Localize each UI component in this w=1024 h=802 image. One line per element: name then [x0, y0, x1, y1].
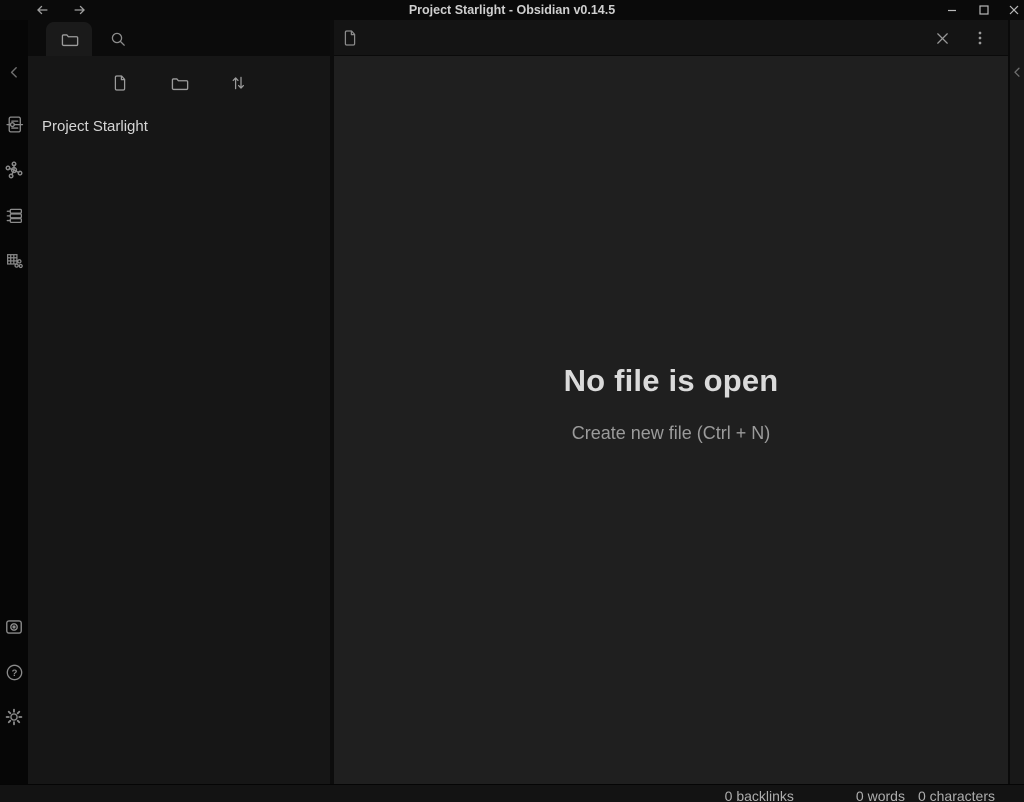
maximize-icon — [978, 4, 990, 16]
vault-icon — [4, 617, 24, 637]
tab-search[interactable] — [98, 22, 138, 56]
open-vault-button[interactable] — [0, 615, 28, 639]
graph-icon — [4, 160, 24, 180]
arrow-left-icon — [34, 2, 50, 18]
history-forward-button[interactable] — [71, 1, 89, 19]
new-folder-button[interactable] — [162, 68, 196, 98]
stacked-cards-button[interactable] — [0, 203, 28, 227]
pane-header-actions — [931, 20, 991, 56]
svg-text:?: ? — [11, 667, 17, 678]
window-title: Project Starlight - Obsidian v0.14.5 — [0, 0, 1024, 20]
sort-order-button[interactable] — [221, 68, 255, 98]
workspace: ? — [0, 20, 1024, 784]
status-word-count: 0 words — [856, 788, 905, 802]
arrow-right-icon — [72, 2, 88, 18]
gear-icon — [4, 707, 24, 727]
new-note-icon — [111, 74, 129, 92]
graph-view-button[interactable] — [0, 158, 28, 182]
titlebar: Project Starlight - Obsidian v0.14.5 — [0, 0, 1024, 20]
empty-state-pane: No file is open Create new file (Ctrl + … — [334, 56, 1008, 784]
window-close-button[interactable] — [1006, 2, 1022, 18]
expand-right-sidebar-button[interactable] — [1010, 59, 1024, 83]
folder-icon — [60, 30, 79, 49]
tab-file-explorer[interactable] — [46, 22, 92, 56]
close-icon — [935, 31, 950, 46]
empty-state-title: No file is open — [564, 363, 779, 399]
empty-state: No file is open Create new file (Ctrl + … — [564, 363, 779, 444]
create-new-file-link[interactable]: Create new file (Ctrl + N) — [572, 423, 771, 444]
vault-title[interactable]: Project Starlight — [42, 118, 148, 135]
history-back-button[interactable] — [33, 1, 51, 19]
quick-switcher-button[interactable] — [0, 112, 28, 136]
file-explorer-pane: Project Starlight — [28, 56, 330, 784]
sidebar-tab-bar — [28, 20, 330, 56]
quick-switcher-icon — [5, 115, 24, 134]
close-icon — [1008, 4, 1020, 16]
maximize-button[interactable] — [976, 2, 992, 18]
close-pane-button[interactable] — [931, 27, 953, 49]
settings-button[interactable] — [0, 705, 28, 729]
help-icon: ? — [5, 663, 24, 682]
obsidian-window: Project Starlight - Obsidian v0.14.5 — [0, 0, 1024, 802]
main-pane: No file is open Create new file (Ctrl + … — [334, 20, 1008, 784]
file-explorer-nav-header — [28, 66, 330, 100]
status-character-count: 0 characters — [918, 788, 995, 802]
new-folder-icon — [170, 74, 189, 93]
status-bar: 0 backlinks 0 words 0 characters — [0, 784, 1024, 802]
dice-grid-icon — [5, 251, 24, 270]
status-backlinks: 0 backlinks — [725, 788, 794, 802]
new-note-button[interactable] — [103, 68, 137, 98]
vertical-dots-icon — [977, 30, 983, 46]
minimize-icon — [946, 4, 958, 16]
left-sidebar: Project Starlight — [28, 20, 330, 784]
pane-header[interactable] — [334, 20, 1008, 56]
stacked-cards-icon — [5, 206, 24, 225]
dice-grid-button[interactable] — [0, 248, 28, 272]
search-icon — [109, 30, 127, 48]
document-icon — [340, 28, 360, 48]
help-button[interactable]: ? — [0, 660, 28, 684]
collapse-left-sidebar-button[interactable] — [0, 59, 28, 83]
more-options-button[interactable] — [969, 27, 991, 49]
chevron-left-icon — [7, 64, 22, 79]
left-ribbon: ? — [0, 20, 28, 784]
sort-arrows-icon — [229, 74, 247, 92]
right-sidebar-strip — [1008, 20, 1024, 784]
minimize-button[interactable] — [944, 2, 960, 18]
chevron-left-icon — [1011, 65, 1024, 78]
